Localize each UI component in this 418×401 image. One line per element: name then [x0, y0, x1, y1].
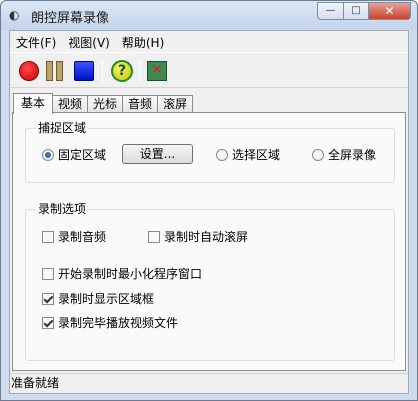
checkbox-checked: [42, 316, 54, 329]
radio-select-area[interactable]: 选择区域: [216, 146, 280, 163]
checkbox: [148, 230, 160, 243]
tab-cursor[interactable]: 光标: [87, 95, 124, 113]
toolbar-separator: [102, 59, 103, 83]
status-text: 准备就绪: [11, 376, 60, 390]
menu-bar: 文件(F) 视图(V) 帮助(H): [10, 31, 408, 51]
radio-fullscreen-label: 全屏录像: [328, 148, 377, 162]
stop-icon[interactable]: [74, 61, 94, 81]
auto-scroll-label: 录制时自动滚屏: [164, 230, 249, 244]
radio-fullscreen[interactable]: 全屏录像: [312, 146, 376, 163]
checkbox: [42, 230, 54, 243]
radio-dot: [42, 148, 54, 161]
menu-help[interactable]: 帮助(H): [116, 31, 170, 51]
maximize-button[interactable]: □: [343, 2, 368, 20]
client-area: 文件(F) 视图(V) 帮助(H) ? ✕ 基本 视频 光标 音频 滚屏 捕捉区…: [9, 30, 409, 394]
toolbar-separator: [139, 59, 140, 83]
radio-fixed-label: 固定区域: [58, 148, 107, 162]
checkbox: [42, 267, 54, 280]
status-bar: 准备就绪: [10, 373, 408, 393]
check-auto-scroll[interactable]: 录制时自动滚屏: [148, 228, 248, 245]
tab-basic[interactable]: 基本: [13, 93, 54, 114]
help-icon[interactable]: ?: [111, 60, 133, 82]
setup-button[interactable]: 设置...: [122, 144, 193, 164]
radio-dot: [312, 148, 324, 161]
tab-scroll[interactable]: 滚屏: [157, 95, 194, 113]
window-controls: — □ ✕: [317, 2, 411, 20]
radio-dot: [216, 148, 228, 161]
title-bar[interactable]: ◐ 朗控屏幕录像 — □ ✕: [1, 1, 417, 30]
check-play-after[interactable]: 录制完毕播放视频文件: [42, 314, 178, 331]
close-button[interactable]: ✕: [368, 2, 411, 20]
tab-video[interactable]: 视频: [52, 95, 89, 113]
show-frame-label: 录制时显示区域框: [58, 292, 155, 306]
checkbox-checked: [42, 292, 54, 305]
play-after-label: 录制完毕播放视频文件: [58, 316, 179, 330]
minimize-button[interactable]: —: [317, 2, 343, 20]
check-record-audio[interactable]: 录制音频: [42, 228, 106, 245]
menu-file[interactable]: 文件(F): [10, 31, 62, 51]
tab-panel-basic: 捕捉区域 固定区域 设置... 选择区域 全屏录像 录制选项 录制音频 录制时自…: [12, 112, 406, 371]
minimize-label: 开始录制时最小化程序窗口: [58, 267, 203, 281]
camera-app-icon: ◐: [9, 8, 20, 22]
tab-strip: 基本 视频 光标 音频 滚屏: [13, 93, 194, 114]
app-window: ◐ 朗控屏幕录像 — □ ✕ 文件(F) 视图(V) 帮助(H) ? ✕ 基本 …: [0, 0, 418, 401]
record-audio-label: 录制音频: [58, 230, 107, 244]
tab-audio[interactable]: 音频: [122, 95, 159, 113]
window-title: 朗控屏幕录像: [31, 11, 110, 26]
exit-icon[interactable]: ✕: [147, 61, 167, 81]
record-icon[interactable]: [19, 61, 39, 81]
toolbar: ? ✕: [10, 52, 408, 88]
recording-options-group: 录制选项 录制音频 录制时自动滚屏 开始录制时最小化程序窗口 录制时显示区域框: [25, 202, 395, 361]
check-show-frame[interactable]: 录制时显示区域框: [42, 290, 154, 307]
capture-area-group: 捕捉区域 固定区域 设置... 选择区域 全屏录像: [25, 121, 395, 183]
menu-view[interactable]: 视图(V): [62, 31, 116, 51]
pause-icon[interactable]: [44, 60, 66, 82]
check-minimize[interactable]: 开始录制时最小化程序窗口: [42, 265, 202, 282]
recording-options-title: 录制选项: [36, 202, 89, 216]
radio-select-label: 选择区域: [232, 148, 281, 162]
capture-area-title: 捕捉区域: [36, 121, 89, 135]
radio-fixed-area[interactable]: 固定区域: [42, 146, 106, 163]
